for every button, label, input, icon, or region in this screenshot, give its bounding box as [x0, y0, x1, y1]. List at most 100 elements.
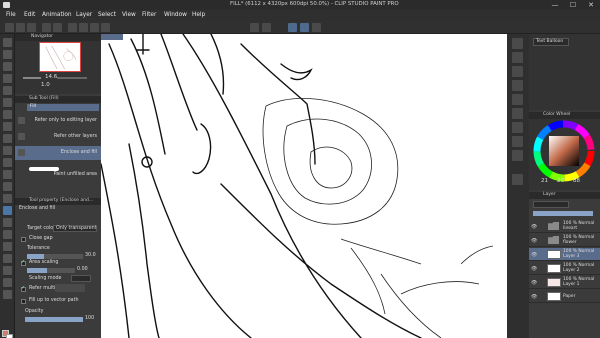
frame-material-icon[interactable]: [512, 108, 523, 119]
redo-icon[interactable]: [53, 23, 62, 32]
fill-icon[interactable]: [90, 23, 99, 32]
undo-icon[interactable]: [42, 23, 51, 32]
menu-select[interactable]: Select: [98, 12, 116, 18]
menu-animation[interactable]: Animation: [42, 12, 72, 18]
snap-grid-icon[interactable]: [312, 23, 321, 32]
layer-row-selected[interactable]: 👁 100 % Normal Layer 3: [529, 248, 600, 261]
visibility-eye-icon[interactable]: 👁: [531, 266, 537, 272]
ruler-tool-icon[interactable]: [3, 254, 12, 263]
navigator-zoom-slider[interactable]: [23, 77, 41, 79]
brush-material-icon[interactable]: [512, 66, 523, 77]
layer-row[interactable]: 👁 100 % Normal Layer 1: [529, 276, 600, 289]
snap-special-ruler-icon[interactable]: [300, 23, 309, 32]
move-tool-icon[interactable]: [3, 50, 12, 59]
opacity-value[interactable]: 100: [85, 316, 94, 321]
transform-icon[interactable]: [101, 23, 110, 32]
pen-tool-icon[interactable]: [3, 122, 12, 131]
fill-tool-icon[interactable]: [3, 206, 12, 215]
tolerance-slider[interactable]: [27, 254, 83, 259]
download-material-icon[interactable]: [512, 150, 523, 161]
text-material-icon[interactable]: [512, 94, 523, 105]
subtool-item-selected[interactable]: Enclose and fill: [15, 146, 101, 160]
close-gap-checkbox[interactable]: [21, 237, 26, 242]
area-scaling-slider[interactable]: [27, 268, 75, 273]
image-material-icon[interactable]: [512, 80, 523, 91]
menu-file[interactable]: File: [6, 12, 16, 18]
menu-filter[interactable]: Filter: [142, 12, 156, 18]
visibility-eye-icon[interactable]: 👁: [531, 224, 537, 230]
navigator-rotate-slider[interactable]: [57, 77, 87, 79]
decoration-tool-icon[interactable]: [3, 170, 12, 179]
eyedropper-tool-icon[interactable]: [3, 110, 12, 119]
hue-value[interactable]: 21: [541, 178, 548, 184]
visibility-eye-icon[interactable]: 👁: [531, 294, 537, 300]
clear-icon[interactable]: [68, 23, 77, 32]
refer-multiple-checkbox[interactable]: [21, 285, 26, 292]
blend-mode-dropdown[interactable]: [533, 201, 569, 208]
operation-tool-icon[interactable]: [3, 62, 12, 71]
gradient-tool-icon[interactable]: [3, 218, 12, 227]
visibility-eye-icon[interactable]: 👁: [531, 252, 537, 258]
subtool-group-fill[interactable]: Fill: [27, 104, 99, 111]
brightness-value[interactable]: 88: [573, 178, 580, 184]
snap-ruler-icon[interactable]: [288, 23, 297, 32]
navigator-zoom-value[interactable]: 14.6: [45, 74, 57, 80]
eraser-tool-icon[interactable]: [3, 182, 12, 191]
scaling-mode-dropdown[interactable]: [71, 275, 91, 282]
text-tool-icon[interactable]: [3, 266, 12, 275]
panel-toggle-icon[interactable]: [512, 38, 523, 49]
correct-line-tool-icon[interactable]: [3, 290, 12, 299]
move-layer-tool-icon[interactable]: [3, 74, 12, 83]
airbrush-tool-icon[interactable]: [3, 158, 12, 167]
blend-tool-icon[interactable]: [3, 194, 12, 203]
menu-view[interactable]: View: [122, 12, 136, 18]
subtool-item[interactable]: Paint unfilled area: [15, 162, 101, 177]
color-set-icon[interactable]: [512, 174, 523, 185]
saturation-value[interactable]: 26: [557, 178, 564, 184]
open-file-icon[interactable]: [16, 23, 25, 32]
selection-tool-icon[interactable]: [3, 86, 12, 95]
subtool-item[interactable]: Refer other layers: [15, 130, 101, 144]
menu-help[interactable]: Help: [192, 12, 205, 18]
background-color-swatch[interactable]: [6, 334, 13, 338]
drawing-canvas[interactable]: [101, 34, 507, 338]
zoom-tool-icon[interactable]: [3, 38, 12, 47]
visibility-eye-icon[interactable]: 👁: [531, 280, 537, 286]
deselect-icon[interactable]: [250, 23, 259, 32]
visibility-eye-icon[interactable]: 👁: [531, 238, 537, 244]
menu-layer[interactable]: Layer: [76, 12, 92, 18]
close-button[interactable]: ✕: [582, 0, 600, 10]
target-color-dropdown[interactable]: Only transparent: [53, 225, 97, 232]
minimize-button[interactable]: —: [546, 0, 564, 10]
brush-tool-icon[interactable]: [3, 146, 12, 155]
invert-selection-icon[interactable]: [262, 23, 271, 32]
auto-select-tool-icon[interactable]: [3, 98, 12, 107]
color-wheel[interactable]: [529, 120, 600, 182]
new-file-icon[interactable]: [5, 23, 14, 32]
tolerance-value[interactable]: 30.0: [85, 253, 96, 258]
save-icon[interactable]: [27, 23, 36, 32]
layer-row[interactable]: 👁 Paper: [529, 290, 600, 303]
layer-row[interactable]: 👁 100 % Normal flower: [529, 234, 600, 247]
area-scaling-checkbox[interactable]: [21, 259, 26, 266]
refer-multiple-options[interactable]: [55, 284, 85, 292]
layer-row[interactable]: 👁 100 % Normal lineart: [529, 220, 600, 233]
menu-edit[interactable]: Edit: [24, 12, 35, 18]
layer-row[interactable]: 👁 100 % Normal Layer 2: [529, 262, 600, 275]
3d-material-icon[interactable]: [512, 136, 523, 147]
material-icon[interactable]: [512, 52, 523, 63]
frame-tool-icon[interactable]: [3, 242, 12, 251]
menu-window[interactable]: Window: [164, 12, 187, 18]
subtool-item[interactable]: Refer only to editing layer: [15, 114, 101, 128]
balloon-tool-icon[interactable]: [3, 278, 12, 287]
navigator-rotation-value[interactable]: 1.0: [41, 82, 50, 88]
clear-outside-icon[interactable]: [79, 23, 88, 32]
area-scaling-value[interactable]: 0.00: [77, 267, 88, 272]
opacity-slider[interactable]: [25, 317, 83, 322]
canvas-tab[interactable]: [101, 34, 123, 40]
pencil-tool-icon[interactable]: [3, 134, 12, 143]
figure-tool-icon[interactable]: [3, 230, 12, 239]
object-material-icon[interactable]: [512, 122, 523, 133]
material-dropdown[interactable]: Text Balloon: [533, 38, 569, 46]
layer-opacity-slider[interactable]: [533, 211, 593, 216]
